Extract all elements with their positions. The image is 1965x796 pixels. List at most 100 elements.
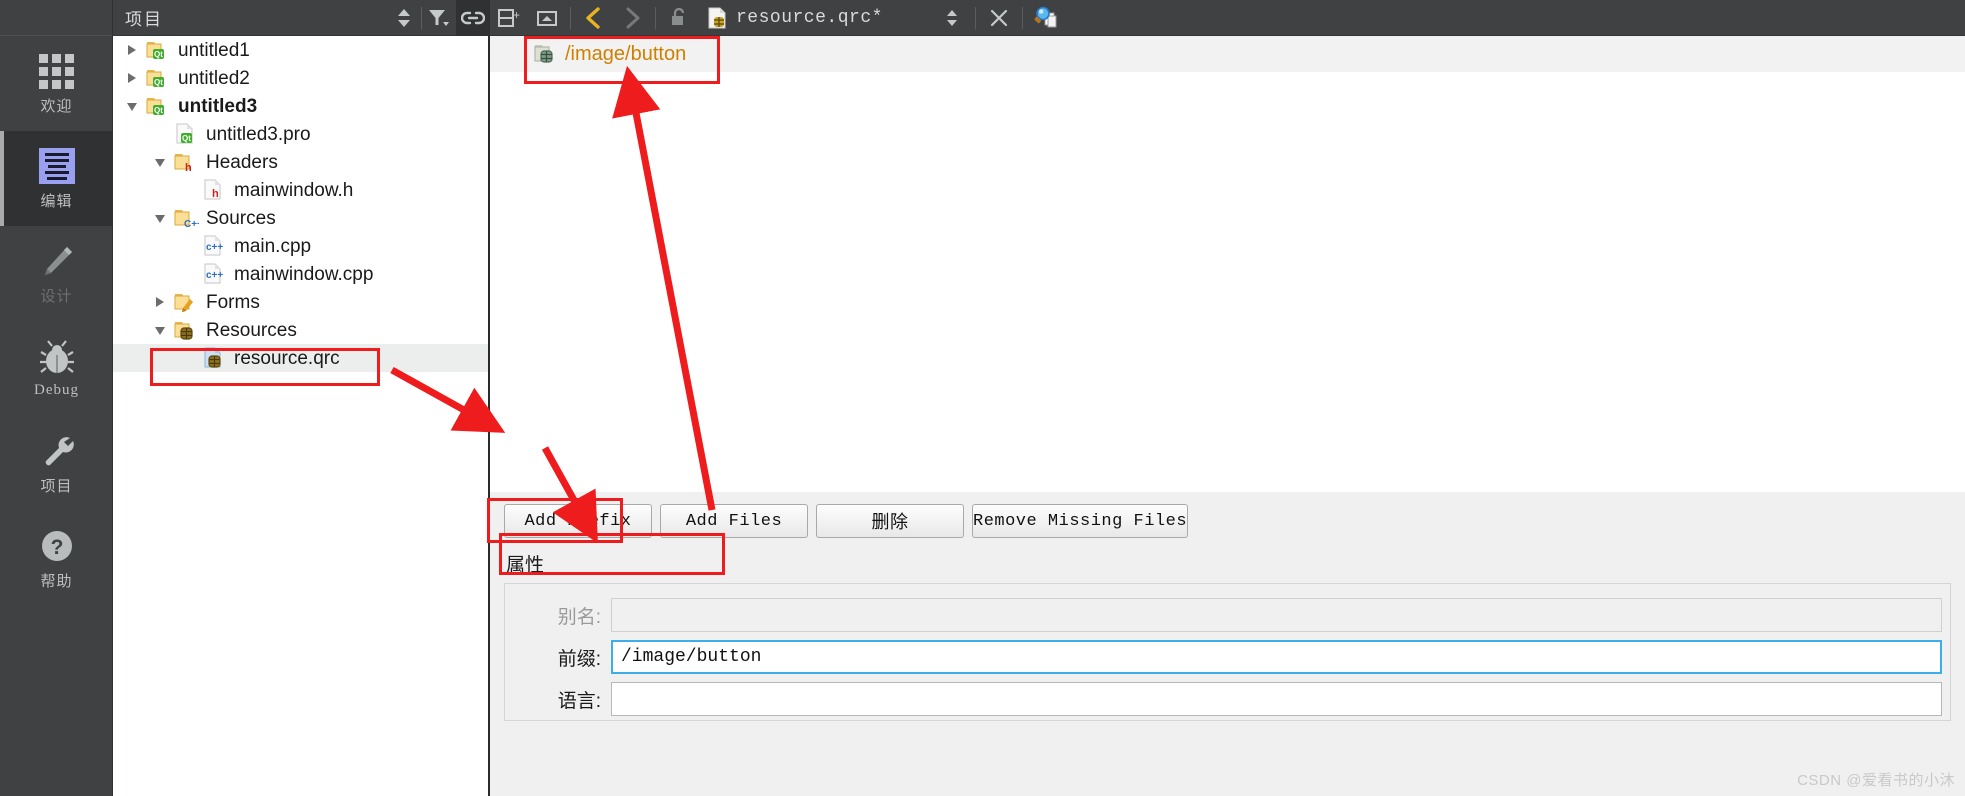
tree-row-label: untitled1 [178,39,250,61]
svg-text:?: ? [50,536,63,559]
chevron-down-icon[interactable] [147,151,173,173]
svg-text:c++: c++ [206,242,223,253]
svg-text:h: h [185,162,192,174]
chevron-right-icon[interactable] [147,291,173,313]
qrc-prefix-tree[interactable]: /image/button [490,36,1965,491]
tree-row[interactable]: Forms [113,288,488,316]
tree-row[interactable]: Resources [113,316,488,344]
filter-funnel-icon[interactable] [422,0,456,36]
collapse-up-icon[interactable] [528,0,566,36]
tree-row[interactable]: h Headers [113,148,488,176]
svg-text:h: h [212,188,219,200]
project-tree[interactable]: Qt untitled1 Qt untitled2 Qt untitled3 Qt untit… [113,36,490,796]
qt-folder-icon: Qt [145,38,171,62]
close-x-icon[interactable] [980,0,1018,36]
qt-folder-icon: Qt [145,94,171,118]
tree-row[interactable]: h mainwindow.h [113,176,488,204]
sidebar-item-edit[interactable]: 编辑 [0,131,113,226]
property-row-prefix: 前缀: [505,636,1950,678]
sync-updown-icon[interactable] [387,0,421,36]
chevron-down-icon[interactable] [147,207,173,229]
toolbar-divider [975,6,976,29]
prefix-label: 前缀: [557,648,601,670]
sidebar-item-label: 欢迎 [40,99,73,115]
alias-label: 别名: [557,606,601,628]
qrc-tree-item-prefix[interactable]: /image/button [490,36,1965,72]
editor-tab-label[interactable]: resource.qrc* [736,8,883,28]
property-row-alias: 别名: [505,594,1950,636]
wrench-icon [37,431,77,471]
alias-field[interactable] [611,598,1942,632]
qrc-button-add-prefix[interactable]: Add Prefix [504,504,652,538]
question-mark-icon: ? [37,526,77,566]
qrc-button-remove-missing-files[interactable]: Remove Missing Files [972,504,1189,538]
svg-text:Qt: Qt [154,50,163,59]
properties-title: 属性 [506,555,545,576]
language-label: 语言: [557,690,601,712]
forms-folder-icon [173,290,199,314]
svg-text:Qt: Qt [154,106,163,115]
sidebar-item-help[interactable]: ? 帮助 [0,511,113,606]
qrc-button-row: Add Prefix Add Files 删除 Remove Missing File… [490,492,1965,538]
sidebar-item-design[interactable]: 设计 [0,226,113,321]
tree-row-label: untitled3.pro [206,123,311,145]
find-usages-icon[interactable] [1027,0,1065,36]
qt-folder-icon: Qt [145,66,171,90]
qrc-button-add-files[interactable]: Add Files [660,504,808,538]
tree-row[interactable]: Qt untitled3.pro [113,120,488,148]
tree-row-label: mainwindow.h [234,179,354,201]
sidebar-item-label: Debug [34,382,79,398]
chevron-down-icon[interactable] [147,319,173,341]
back-arrow-icon[interactable] [575,0,613,36]
pencil-icon [37,241,77,281]
bug-icon [37,338,77,378]
tree-row[interactable]: C++ Sources [113,204,488,232]
qrc-folder-icon [173,318,199,342]
svg-text:C++: C++ [184,219,199,230]
link-chain-icon[interactable] [456,0,490,36]
tree-row[interactable]: Qt untitled3 [113,92,488,120]
svg-text:+: + [513,8,520,22]
watermark-text: CSDN @爱看书的小沐 [1797,772,1955,789]
split-add-icon[interactable]: + [490,0,528,36]
tree-row[interactable]: c++ mainwindow.cpp [113,260,488,288]
mode-selector-bar: 欢迎 编辑 设计 Debug 项目 ? 帮助 [0,0,113,796]
editor-toolbar: + resource.qrc* [490,0,1965,36]
prefix-folder-icon [532,42,558,66]
language-field[interactable] [611,682,1942,716]
svg-text:Qt: Qt [154,78,163,87]
grid-icon [37,51,77,91]
tree-row-label: mainwindow.cpp [234,263,374,285]
tree-row[interactable]: Qt untitled2 [113,64,488,92]
qrc-properties-panel: Add Prefix Add Files 删除 Remove Missing File… [490,491,1965,796]
properties-group: 别名: 前缀: 语言: [504,583,1951,721]
chevron-right-icon[interactable] [119,39,145,61]
tree-row-label: Resources [206,319,297,341]
svg-text:Qt: Qt [182,134,191,143]
tree-row[interactable]: c++ main.cpp [113,232,488,260]
sync-updown-icon[interactable] [933,0,971,36]
sidebar-item-projects[interactable]: 项目 [0,416,113,511]
qrc-button-[interactable]: 删除 [816,504,964,538]
tree-row-label: untitled3 [178,95,258,117]
toolbar-divider [655,6,656,29]
tree-row[interactable]: Qt untitled1 [113,36,488,64]
qt-pro-file-icon: Qt [173,122,199,146]
toolbar-divider [1022,6,1023,29]
sidebar-item-welcome[interactable]: 欢迎 [0,36,113,131]
prefix-field[interactable] [611,640,1942,674]
cpp-file-icon: c++ [201,234,227,258]
sidebar-item-label: 编辑 [40,194,73,210]
sidebar-item-label: 设计 [40,289,73,305]
chevron-down-icon[interactable] [119,95,145,117]
forward-arrow-icon[interactable] [613,0,651,36]
sidebar-item-debug[interactable]: Debug [0,321,113,416]
tree-row-label: Sources [206,207,276,229]
unlock-icon[interactable] [660,0,698,36]
panel-title: 项目 [125,10,163,29]
tree-row[interactable]: resource.qrc [113,344,488,372]
cpp-file-icon: c++ [201,262,227,286]
chevron-right-icon[interactable] [119,67,145,89]
toolbar-divider [570,6,571,29]
project-panel-toolbar [387,0,490,36]
